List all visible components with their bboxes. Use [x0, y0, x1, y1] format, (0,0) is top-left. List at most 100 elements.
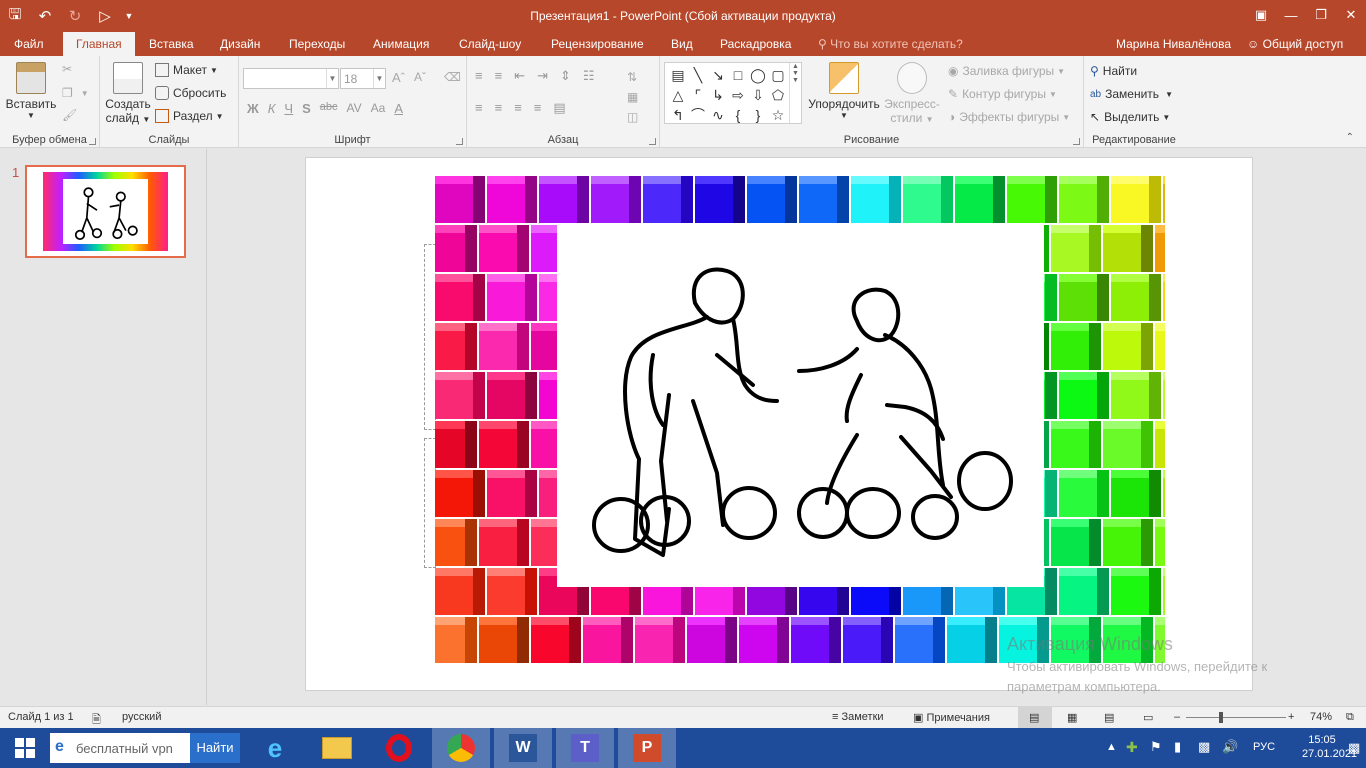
align-left-icon[interactable]: ≡ [475, 100, 483, 116]
arrange-button[interactable]: Упорядочить ▼ [806, 62, 882, 120]
underline-button[interactable]: Ч [284, 101, 293, 116]
align-text-icon[interactable]: ▦ [627, 90, 638, 104]
section-button[interactable]: Раздел ▼ [155, 109, 224, 123]
slide-canvas[interactable] [305, 157, 1253, 691]
justify-icon[interactable]: ≡ [534, 100, 542, 116]
zoom-slider-thumb[interactable] [1219, 712, 1223, 723]
columns-icon[interactable]: ☷ [583, 68, 595, 84]
right-arrow-shape-icon[interactable]: ⇨ [728, 85, 748, 105]
tab-storyboarding[interactable]: Раскадровка [720, 32, 791, 56]
line-spacing-icon[interactable]: ⇕ [560, 68, 571, 84]
security-tray-icon[interactable]: ✚ [1126, 739, 1138, 756]
taskbar-search-box[interactable]: e бесплатный vpn [50, 733, 190, 763]
collapse-ribbon-icon[interactable]: ⌃ [1346, 132, 1354, 143]
shadow-button[interactable]: S [302, 101, 311, 116]
rectangle-shape-icon[interactable]: □ [728, 65, 748, 85]
decrease-indent-icon[interactable]: ⇤ [514, 68, 525, 84]
tab-insert[interactable]: Вставка [149, 32, 194, 56]
font-size-box[interactable]: 18 ▼ [340, 68, 386, 89]
taskbar-opera[interactable] [370, 728, 428, 768]
show-hidden-icons[interactable]: ▲ [1106, 741, 1117, 753]
freeform-shape-icon[interactable]: ⬠ [768, 85, 788, 105]
taskbar-chrome[interactable] [432, 728, 490, 768]
oval-shape-icon[interactable]: ◯ [748, 65, 768, 85]
taskbar-ie[interactable]: e [246, 728, 304, 768]
curve-shape-icon[interactable]: ∿ [708, 105, 728, 125]
font-name-box[interactable]: ▼ [243, 68, 339, 89]
clock[interactable]: 15:05 27.01.2021 [1302, 734, 1357, 760]
close-icon[interactable]: ✕ [1336, 0, 1366, 30]
dialog-launcher-icon[interactable] [89, 138, 96, 145]
tab-home[interactable]: Главная [63, 32, 135, 56]
align-center-icon[interactable]: ≡ [495, 100, 503, 116]
tab-transitions[interactable]: Переходы [289, 32, 345, 56]
strikethrough-button[interactable]: abc [320, 101, 338, 116]
taskbar-word[interactable]: W [494, 728, 552, 768]
layout-button[interactable]: Макет ▼ [155, 63, 218, 77]
minimize-icon[interactable]: — [1276, 0, 1306, 30]
taskbar-teams[interactable]: T [556, 728, 614, 768]
dialog-launcher-icon[interactable] [1073, 138, 1080, 145]
new-slide-button[interactable]: Создать слайд ▼ [104, 62, 152, 125]
right-brace-shape-icon[interactable]: } [748, 105, 768, 125]
slide-sorter-icon[interactable]: ▦ [1067, 711, 1077, 724]
copy-icon[interactable]: ❐ ▼ [62, 86, 89, 100]
chevron-down-icon[interactable]: ▼ [326, 69, 338, 88]
down-arrow-shape-icon[interactable]: ⇩ [748, 85, 768, 105]
tab-view[interactable]: Вид [671, 32, 693, 56]
battery-tray-icon[interactable]: ▮ [1174, 739, 1181, 755]
start-button[interactable] [0, 728, 50, 768]
arc-shape-icon[interactable]: ⌒ [688, 105, 708, 125]
tab-file[interactable]: Файл [14, 32, 44, 56]
star-shape-icon[interactable]: ☆ [768, 105, 788, 125]
zoom-out-icon[interactable]: – [1174, 711, 1180, 723]
volume-tray-icon[interactable]: 🔊 [1222, 739, 1238, 755]
dialog-launcher-icon[interactable] [649, 138, 656, 145]
quick-styles-button[interactable]: Экспресс- стили ▼ [882, 62, 942, 125]
taskbar-powerpoint[interactable]: P [618, 728, 676, 768]
shape-effects-button[interactable]: ◑ Эффекты фигуры ▼ [948, 110, 1070, 124]
textbox-shape-icon[interactable]: ▤ [668, 65, 688, 85]
zoom-slider[interactable] [1186, 717, 1286, 718]
replace-button[interactable]: ab Заменить ▼ [1090, 87, 1173, 101]
share-button[interactable]: ☺ Общий доступ [1247, 32, 1343, 56]
curved-connector-shape-icon[interactable]: ↰ [668, 105, 688, 125]
paste-button[interactable]: Вставить ▼ [5, 62, 57, 120]
notes-button[interactable]: ≡ Заметки [832, 711, 884, 723]
change-case-button[interactable]: Aa [371, 101, 386, 116]
char-spacing-button[interactable]: AV [347, 101, 362, 116]
arrow-line-shape-icon[interactable]: ↘ [708, 65, 728, 85]
shape-outline-button[interactable]: ✎ Контур фигуры ▼ [948, 87, 1057, 101]
reading-view-icon[interactable]: ▤ [1104, 711, 1114, 724]
rounded-rect-shape-icon[interactable]: ▢ [768, 65, 788, 85]
bold-button[interactable]: Ж [247, 101, 259, 116]
shapes-gallery[interactable]: ▤ ╲ ↘ □ ◯ ▢ △ ⌜ ↳ ⇨ ⇩ ⬠ ↰ ⌒ ∿ { } ☆ ▲ ▼ ▼ [664, 62, 802, 124]
text-direction-icon[interactable]: ⇅ [627, 70, 637, 84]
taskbar-find-button[interactable]: Найти [190, 733, 240, 763]
notifications-icon[interactable]: ▩ [1348, 740, 1360, 756]
triangle-shape-icon[interactable]: △ [668, 85, 688, 105]
numbering-icon[interactable]: ≡ [495, 68, 503, 84]
cut-icon[interactable]: ✂ [62, 62, 72, 76]
increase-indent-icon[interactable]: ⇥ [537, 68, 548, 84]
tab-review[interactable]: Рецензирование [551, 32, 644, 56]
italic-button[interactable]: К [268, 101, 276, 116]
left-brace-shape-icon[interactable]: { [728, 105, 748, 125]
zoom-level[interactable]: 74% [1310, 711, 1332, 723]
smartart-icon[interactable]: ◫ [627, 110, 638, 124]
reset-button[interactable]: Сбросить [155, 86, 226, 100]
tell-me-search[interactable]: ⚲ Что вы хотите сделать? [818, 32, 963, 56]
input-language[interactable]: РУС [1253, 741, 1275, 753]
network-tray-icon[interactable]: ▩ [1198, 739, 1210, 755]
figures-picture[interactable] [557, 225, 1044, 587]
line-shape-icon[interactable]: ╲ [688, 65, 708, 85]
flag-tray-icon[interactable]: ⚑ [1150, 739, 1162, 755]
format-painter-icon[interactable]: 🖌 [62, 108, 77, 122]
align-right-icon[interactable]: ≡ [514, 100, 522, 116]
fit-slide-icon[interactable]: ⧉ [1346, 711, 1354, 724]
dialog-launcher-icon[interactable] [456, 138, 463, 145]
clear-formatting-icon[interactable]: ⌫ [444, 70, 461, 84]
user-account[interactable]: Марина Нивалёнова [1116, 32, 1231, 56]
font-color-icon[interactable]: A [394, 101, 403, 116]
restore-icon[interactable]: ❐ [1306, 0, 1336, 30]
